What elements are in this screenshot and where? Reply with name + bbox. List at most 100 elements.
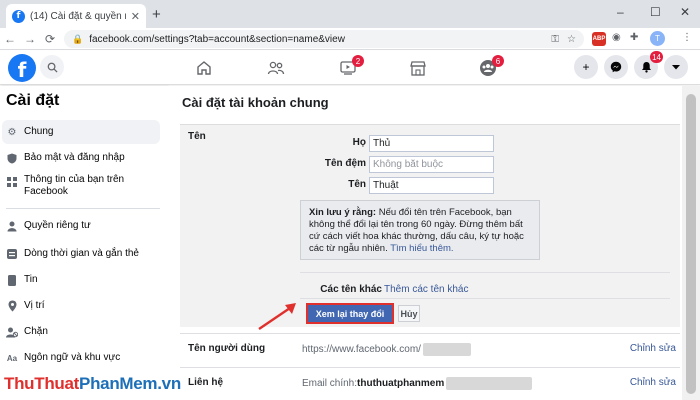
- sidebar-item-label: Bảo mật và đăng nhập: [24, 152, 125, 163]
- sidebar-title: Cài đặt: [6, 92, 60, 109]
- name-edit-panel: Tên Họ Tên đệm Tên Xin lưu ý rằng: Nếu đ…: [180, 124, 680, 327]
- grid-info-icon: [6, 176, 18, 188]
- groups-badge: 6: [492, 55, 504, 67]
- watermark-part: .vn: [157, 374, 181, 393]
- sidebar-item-privacy[interactable]: Quyền riêng tư: [2, 218, 160, 234]
- page-scrollbar[interactable]: [682, 86, 700, 400]
- maximize-window-button[interactable]: ☐: [650, 5, 661, 19]
- sidebar-item-label: Chung: [24, 126, 54, 137]
- last-name-input[interactable]: [369, 177, 494, 194]
- search-icon[interactable]: [40, 55, 64, 79]
- sidebar-item-label: Dòng thời gian và gắn thẻ: [24, 248, 139, 259]
- scrollbar-thumb[interactable]: [686, 94, 696, 394]
- language-icon: Aa: [6, 353, 18, 363]
- notice-bold: Xin lưu ý rằng:: [309, 207, 377, 218]
- sidebar-divider: [6, 208, 160, 209]
- watermark-logo: ThuThuatPhanMem.vn: [4, 374, 181, 394]
- reload-icon[interactable]: ⟳: [40, 32, 60, 46]
- create-plus-icon[interactable]: +: [574, 55, 598, 79]
- facebook-favicon-icon: f: [12, 9, 25, 23]
- notifications-badge: 14: [650, 51, 663, 63]
- learn-more-link[interactable]: Tìm hiểu thêm.: [390, 243, 453, 254]
- settings-main: Cài đặt tài khoản chung Tên Họ Tên đệm T…: [168, 86, 682, 400]
- back-arrow-icon[interactable]: ←: [0, 32, 20, 46]
- middle-name-label: Tên đệm: [324, 158, 366, 169]
- profile-avatar[interactable]: T: [650, 31, 665, 46]
- sidebar-item-general[interactable]: ⚙ Chung: [2, 120, 160, 144]
- sidebar-item-label: Tin: [24, 274, 38, 285]
- page-title: Cài đặt tài khoản chung: [182, 95, 329, 110]
- divider: [300, 272, 670, 273]
- lock-icon: 🔒: [72, 33, 84, 44]
- gear-icon: ⚙: [7, 126, 17, 138]
- location-pin-icon: [6, 300, 18, 312]
- close-tab-icon[interactable]: ✕: [131, 10, 140, 23]
- facebook-logo[interactable]: f: [8, 54, 36, 82]
- redacted-block: [422, 343, 471, 356]
- edit-contact-link[interactable]: Chỉnh sửa: [630, 377, 676, 388]
- last-name-label: Tên: [348, 179, 366, 190]
- other-names-label: Các tên khác: [320, 284, 382, 295]
- sidebar-item-your-info[interactable]: Thông tin của bạn trên Facebook: [2, 174, 160, 202]
- block-user-icon: [6, 326, 18, 338]
- first-name-input[interactable]: [369, 135, 494, 152]
- watermark-part: PhanMem: [79, 374, 158, 393]
- new-tab-button[interactable]: +: [152, 6, 161, 23]
- username-row: Tên người dùng https://www.facebook.com/…: [180, 333, 680, 363]
- extension-icon[interactable]: ◉: [612, 32, 621, 43]
- account-dropdown-icon[interactable]: [664, 55, 688, 79]
- annotation-arrow-icon: [258, 303, 296, 330]
- puzzle-extensions-icon[interactable]: ✚: [630, 32, 638, 43]
- sidebar-item-stories[interactable]: Tin: [2, 272, 160, 288]
- sidebar-item-language[interactable]: Aa Ngôn ngữ và khu vực: [2, 350, 160, 366]
- timeline-icon: [6, 248, 18, 260]
- notifications-bell-icon[interactable]: 14: [634, 51, 663, 79]
- browser-menu-icon[interactable]: ⋮: [682, 32, 692, 43]
- divider: [300, 298, 670, 299]
- redacted-block: [446, 377, 533, 390]
- cancel-button[interactable]: Hủy: [398, 305, 420, 322]
- watch-icon[interactable]: 2: [336, 55, 364, 78]
- watermark-part: Thuat: [34, 374, 80, 393]
- sidebar-item-label: Ngôn ngữ và khu vực: [24, 352, 121, 363]
- settings-sidebar: Cài đặt ⚙ Chung Bảo mật và đăng nhập Thô…: [0, 86, 168, 400]
- sidebar-item-security[interactable]: Bảo mật và đăng nhập: [2, 150, 160, 166]
- marketplace-icon[interactable]: [406, 58, 430, 78]
- watch-badge: 2: [352, 55, 364, 67]
- shield-icon: [6, 152, 18, 164]
- contact-prefix: Email chính:: [302, 378, 358, 389]
- minimize-window-button[interactable]: –: [617, 5, 624, 19]
- browser-tab[interactable]: f (14) Cài đặt & quyền riêng tư | Fa ✕: [6, 4, 146, 28]
- stories-icon: [6, 274, 18, 286]
- sidebar-item-location[interactable]: Vị trí: [2, 298, 160, 314]
- close-window-button[interactable]: ✕: [680, 5, 690, 19]
- sidebar-item-label: Vị trí: [24, 300, 45, 311]
- address-bar[interactable]: 🔒 facebook.com/settings?tab=account&sect…: [64, 30, 584, 48]
- sidebar-item-label: Chặn: [24, 326, 48, 337]
- groups-icon[interactable]: 6: [476, 55, 504, 78]
- watermark-part: Thu: [4, 374, 35, 393]
- add-other-names-link[interactable]: Thêm các tên khác: [384, 284, 468, 295]
- contact-value: Email chính: thuthuatphanmem: [302, 377, 533, 390]
- sidebar-item-blocking[interactable]: Chặn: [2, 324, 160, 340]
- name-section-label: Tên: [188, 131, 206, 142]
- contact-label: Liên hệ: [188, 377, 224, 388]
- contact-email: thuthuatphanmem: [357, 378, 445, 389]
- middle-name-input[interactable]: [369, 156, 494, 173]
- star-bookmark-icon[interactable]: ☆: [567, 34, 576, 45]
- home-icon[interactable]: [192, 58, 216, 78]
- friends-icon[interactable]: [264, 58, 288, 78]
- sidebar-item-timeline[interactable]: Dòng thời gian và gắn thẻ: [2, 246, 160, 262]
- tab-title: (14) Cài đặt & quyền riêng tư | Fa: [30, 10, 126, 22]
- messenger-icon[interactable]: [604, 55, 628, 79]
- url-text: facebook.com/settings?tab=account&sectio…: [89, 33, 345, 45]
- browser-toolbar: ← → ⟳ 🔒 facebook.com/settings?tab=accoun…: [0, 28, 700, 50]
- contact-row: Liên hệ Email chính: thuthuatphanmem Chỉ…: [180, 367, 680, 397]
- privacy-lock-icon: [6, 220, 18, 232]
- username-url: https://www.facebook.com/: [302, 344, 421, 355]
- review-change-button[interactable]: Xem lại thay đổi: [308, 305, 392, 322]
- edit-username-link[interactable]: Chỉnh sửa: [630, 343, 676, 354]
- key-icon[interactable]: ⚿: [551, 34, 559, 45]
- adblock-extension-icon[interactable]: ABP: [592, 32, 606, 46]
- forward-arrow-icon[interactable]: →: [20, 32, 40, 46]
